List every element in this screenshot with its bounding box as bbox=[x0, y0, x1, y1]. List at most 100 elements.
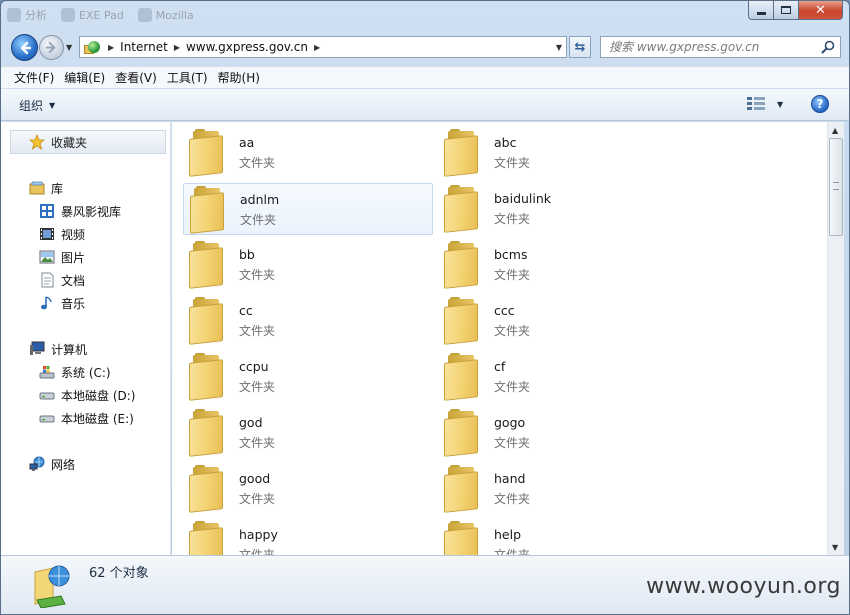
sidebar-item-label: 系统 (C:) bbox=[61, 365, 111, 380]
organize-label: 组织 bbox=[19, 99, 44, 113]
help-icon: ? bbox=[816, 97, 824, 111]
address-bar[interactable]: ▶ Internet ▶ www.gxpress.gov.cn ▶ ▼ bbox=[79, 36, 567, 58]
folder-item[interactable]: cf 文件夹 bbox=[438, 351, 688, 403]
folder-icon bbox=[190, 186, 226, 234]
folder-type: 文件夹 bbox=[239, 156, 276, 170]
sidebar-item-music[interactable]: 音乐 bbox=[39, 293, 85, 313]
grip-icon bbox=[833, 182, 839, 190]
menu-tools[interactable]: 工具(T) bbox=[162, 67, 213, 88]
music-note-icon bbox=[41, 296, 52, 310]
folder-type: 文件夹 bbox=[494, 492, 531, 506]
folder-type: 文件夹 bbox=[494, 548, 531, 555]
menu-file[interactable]: 文件(F) bbox=[9, 67, 59, 88]
menu-bar: 文件(F) 编辑(E) 查看(V) 工具(T) 帮助(H) bbox=[1, 66, 849, 88]
breadcrumb-internet[interactable]: Internet bbox=[120, 40, 168, 54]
folder-icon bbox=[444, 129, 480, 177]
system-drive-icon bbox=[39, 366, 55, 379]
folder-type: 文件夹 bbox=[239, 548, 276, 555]
library-icon bbox=[29, 181, 45, 195]
sidebar-item-label: 暴风影视库 bbox=[61, 204, 122, 219]
computer-icon bbox=[30, 341, 45, 355]
address-dropdown-chevron-down-icon[interactable]: ▼ bbox=[556, 43, 562, 52]
search-icon[interactable] bbox=[821, 40, 835, 54]
folder-type: 文件夹 bbox=[239, 380, 276, 394]
folder-item[interactable]: abc 文件夹 bbox=[438, 127, 688, 179]
folder-name: gogo bbox=[494, 415, 526, 430]
taskbar-ghost: 分析 EXE Pad Mozilla bbox=[7, 5, 194, 25]
folder-icon bbox=[444, 185, 480, 233]
title-bar: 分析 EXE Pad Mozilla ✕ bbox=[1, 1, 849, 31]
sidebar-item-documents[interactable]: 文档 bbox=[39, 270, 85, 290]
folder-type: 文件夹 bbox=[494, 212, 531, 226]
sidebar-item-computer[interactable]: 计算机 bbox=[29, 339, 87, 359]
folder-item[interactable]: adnlm 文件夹 bbox=[183, 183, 433, 235]
folder-name: help bbox=[494, 527, 522, 542]
chevron-down-icon: ▼ bbox=[49, 101, 56, 110]
folder-name: good bbox=[239, 471, 271, 486]
folder-item[interactable]: help 文件夹 bbox=[438, 519, 688, 555]
menu-help[interactable]: 帮助(H) bbox=[213, 67, 265, 88]
scroll-up-arrow-icon[interactable]: ▲ bbox=[832, 126, 838, 135]
folder-type: 文件夹 bbox=[494, 268, 531, 282]
recent-pages-chevron-down-icon[interactable]: ▼ bbox=[66, 43, 72, 52]
minimize-icon bbox=[756, 11, 766, 15]
help-button[interactable]: ? bbox=[811, 95, 829, 113]
sidebar-item-drive-d[interactable]: 本地磁盘 (D:) bbox=[39, 385, 135, 405]
folder-item[interactable]: cc 文件夹 bbox=[183, 295, 433, 347]
folder-item[interactable]: baidulink 文件夹 bbox=[438, 183, 688, 235]
sidebar-item-pictures[interactable]: 图片 bbox=[39, 247, 85, 267]
scrollbar-thumb[interactable] bbox=[829, 138, 843, 236]
network-location-icon bbox=[84, 39, 102, 55]
sidebar-item-libraries[interactable]: 库 bbox=[29, 178, 63, 198]
folder-item[interactable]: happy 文件夹 bbox=[183, 519, 433, 555]
folder-item[interactable]: hand 文件夹 bbox=[438, 463, 688, 515]
refresh-button[interactable]: ⇆ bbox=[569, 36, 591, 58]
folder-item[interactable]: ccc 文件夹 bbox=[438, 295, 688, 347]
folder-item[interactable]: god 文件夹 bbox=[183, 407, 433, 459]
file-list: aa 文件夹 abc 文件夹 adnlm 文件夹 baidulink 文件夹 bb 文件夹 bcms… bbox=[172, 122, 827, 555]
sidebar-item-network[interactable]: 网络 bbox=[29, 454, 75, 474]
folder-name: bb bbox=[239, 247, 255, 262]
change-view-button[interactable]: ▼ bbox=[747, 97, 783, 111]
chevron-right-icon[interactable]: ▶ bbox=[314, 43, 320, 52]
folder-icon bbox=[189, 129, 225, 177]
sidebar-item-label: 文档 bbox=[61, 273, 86, 288]
ghost-tab: Mozilla bbox=[137, 5, 194, 25]
folder-item[interactable]: ccpu 文件夹 bbox=[183, 351, 433, 403]
chevron-right-icon[interactable]: ▶ bbox=[108, 43, 114, 52]
folder-item[interactable]: bb 文件夹 bbox=[183, 239, 433, 291]
sidebar-item-label: 本地磁盘 (D:) bbox=[61, 388, 136, 403]
search-box[interactable] bbox=[600, 36, 841, 58]
chevron-right-icon[interactable]: ▶ bbox=[174, 43, 180, 52]
video-library-icon bbox=[40, 204, 54, 218]
search-input[interactable] bbox=[609, 38, 821, 56]
folder-type: 文件夹 bbox=[239, 324, 276, 338]
app-icon bbox=[137, 8, 152, 22]
forward-button[interactable] bbox=[39, 35, 64, 60]
breadcrumb-site[interactable]: www.gxpress.gov.cn bbox=[186, 40, 308, 54]
folder-item[interactable]: aa 文件夹 bbox=[183, 127, 433, 179]
sidebar-item-drive-e[interactable]: 本地磁盘 (E:) bbox=[39, 408, 134, 428]
folder-item[interactable]: bcms 文件夹 bbox=[438, 239, 688, 291]
menu-view[interactable]: 查看(V) bbox=[110, 67, 162, 88]
folder-name: ccpu bbox=[239, 359, 269, 374]
scroll-down-arrow-icon[interactable]: ▼ bbox=[832, 543, 838, 552]
sidebar-item-baofeng-library[interactable]: 暴风影视库 bbox=[39, 201, 121, 221]
chevron-down-icon[interactable]: ▼ bbox=[777, 100, 783, 109]
folder-item[interactable]: gogo 文件夹 bbox=[438, 407, 688, 459]
close-button[interactable]: ✕ bbox=[799, 1, 843, 20]
sidebar-item-favorites[interactable]: 收藏夹 bbox=[10, 130, 166, 154]
vertical-scrollbar[interactable]: ▲ ▼ bbox=[827, 122, 844, 555]
minimize-button[interactable] bbox=[748, 1, 774, 20]
sidebar-item-label: 收藏夹 bbox=[51, 135, 88, 150]
sidebar-item-label: 库 bbox=[51, 181, 64, 196]
back-button[interactable] bbox=[11, 34, 38, 61]
sidebar-item-videos[interactable]: 视频 bbox=[39, 224, 85, 244]
folder-item[interactable]: good 文件夹 bbox=[183, 463, 433, 515]
maximize-button[interactable] bbox=[774, 1, 799, 20]
command-bar: 组织 ▼ ▼ ? bbox=[1, 89, 849, 121]
organize-button[interactable]: 组织 ▼ bbox=[19, 97, 55, 114]
sidebar-item-drive-c[interactable]: 系统 (C:) bbox=[39, 362, 111, 382]
app-icon bbox=[7, 8, 21, 22]
menu-edit[interactable]: 编辑(E) bbox=[59, 67, 110, 88]
